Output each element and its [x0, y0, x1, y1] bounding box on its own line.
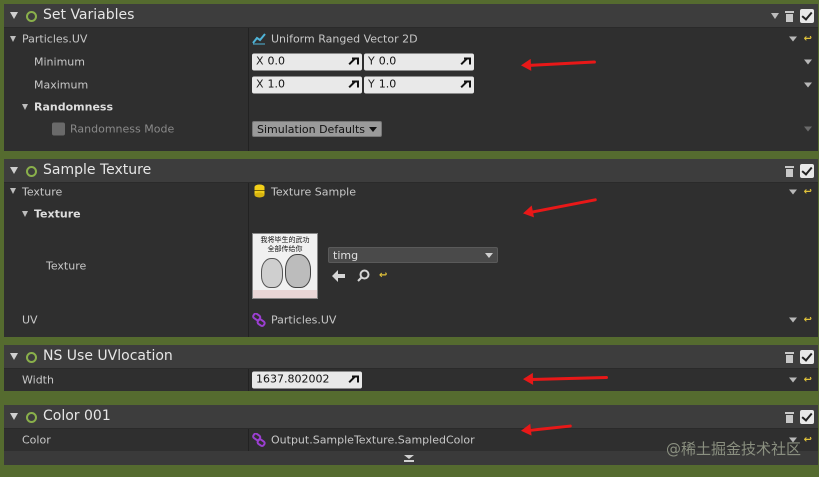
- panel-title: Color 001: [43, 408, 111, 424]
- collapse-icon[interactable]: [10, 353, 18, 360]
- randomness-mode-label: Randomness Mode: [70, 122, 175, 136]
- chevron-down-icon[interactable]: [788, 377, 797, 383]
- uv-row: UV Particles.UV ↩: [4, 309, 818, 331]
- texture-group-label: Texture: [34, 207, 81, 221]
- trash-icon[interactable]: [785, 10, 794, 22]
- enable-checkbox[interactable]: [800, 350, 814, 364]
- curve-icon: [252, 32, 266, 48]
- width-row: Width 1637.802002 ↩: [4, 369, 818, 391]
- chevron-down-icon[interactable]: [804, 59, 812, 64]
- texture-field-row: Texture: [4, 225, 818, 307]
- meme-face-right: [285, 254, 311, 288]
- particles-uv-row: Particles.UV Uniform Ranged Vector 2D ↩: [4, 28, 818, 50]
- uv-label: UV: [22, 313, 38, 327]
- color-001-header[interactable]: Color 001: [4, 405, 818, 429]
- link-icon: [252, 432, 266, 450]
- texture-value[interactable]: Texture Sample: [271, 185, 356, 198]
- maximum-label: Maximum: [34, 78, 89, 91]
- chevron-down-icon: [485, 252, 493, 258]
- uv-value[interactable]: Particles.UV: [271, 314, 336, 327]
- texture-field-label: Texture: [46, 259, 87, 273]
- panel-title: Sample Texture: [43, 162, 152, 178]
- chevron-down-icon[interactable]: [788, 36, 797, 42]
- texture-row: Texture Texture Sample ↩: [4, 181, 818, 202]
- collapse-icon[interactable]: [10, 12, 18, 19]
- thumbnail-caption-2: 全部传给你: [267, 245, 303, 253]
- module-enabled-icon: [26, 11, 37, 22]
- panel-title: NS Use UVlocation: [43, 348, 173, 364]
- ns-use-uvlocation-header[interactable]: NS Use UVlocation: [4, 345, 818, 369]
- double-chevron-down-icon[interactable]: [404, 453, 414, 466]
- reset-icon[interactable]: ↩: [804, 435, 812, 446]
- set-variables-header[interactable]: Set Variables: [4, 4, 818, 28]
- chevron-down-icon: [369, 126, 378, 132]
- chevron-down-icon[interactable]: [804, 82, 812, 87]
- width-label: Width: [22, 373, 54, 387]
- thumbnail-caption-1: 我将毕生的武功: [260, 236, 310, 244]
- enable-checkbox[interactable]: [800, 410, 814, 424]
- chevron-down-icon[interactable]: [788, 189, 797, 194]
- module-enabled-icon: [26, 412, 37, 423]
- max-y-field[interactable]: Y 1.0: [364, 76, 474, 93]
- width-field[interactable]: 1637.802002: [252, 371, 362, 389]
- module-enabled-icon: [26, 352, 37, 363]
- reset-icon[interactable]: ↩: [804, 315, 812, 326]
- expand-icon[interactable]: [22, 104, 28, 110]
- collapse-icon[interactable]: [10, 167, 18, 174]
- param-label: Particles.UV: [22, 32, 88, 46]
- trash-icon[interactable]: [785, 165, 794, 177]
- set-variables-panel: Set Variables Particles.UV Uniform Range…: [4, 4, 818, 151]
- link-icon: [252, 312, 266, 330]
- chevron-down-icon[interactable]: [771, 13, 779, 19]
- texture-group-row: Texture: [4, 203, 818, 225]
- enable-checkbox[interactable]: [800, 9, 814, 23]
- chevron-down-icon[interactable]: [788, 317, 797, 323]
- watermark: @稀土掘金技术社区: [665, 440, 801, 458]
- sample-texture-header[interactable]: Sample Texture: [4, 159, 818, 183]
- collapse-icon[interactable]: [10, 413, 18, 420]
- randomness-mode-row: Randomness Mode Simulation Defaults: [4, 118, 818, 140]
- randomness-group-row: Randomness: [4, 96, 818, 118]
- reset-icon[interactable]: ↩: [804, 34, 812, 45]
- reset-icon[interactable]: ↩: [804, 375, 812, 386]
- expand-icon[interactable]: [10, 36, 16, 42]
- color-label: Color: [22, 433, 51, 447]
- database-icon: [254, 184, 265, 201]
- arrow-left-icon[interactable]: [332, 270, 346, 285]
- max-x-field[interactable]: X 1.0: [252, 76, 362, 93]
- randomness-mode-dropdown[interactable]: Simulation Defaults: [252, 121, 383, 137]
- trash-icon[interactable]: [785, 411, 794, 423]
- texture-asset-dropdown[interactable]: timg: [328, 247, 498, 263]
- panel-title: Set Variables: [43, 7, 135, 23]
- expand-icon[interactable]: [22, 211, 28, 217]
- minimum-row: Minimum X 0.0 Y 0.0: [4, 50, 818, 73]
- maximum-row: Maximum X 1.0 Y 1.0: [4, 73, 818, 96]
- thumbnail-base: [253, 290, 317, 298]
- chevron-down-icon[interactable]: [804, 126, 812, 132]
- color-value[interactable]: Output.SampleTexture.SampledColor: [271, 434, 475, 447]
- module-enabled-icon: [26, 166, 37, 177]
- min-y-field[interactable]: Y 0.0: [364, 53, 474, 70]
- randomness-label: Randomness: [34, 100, 114, 114]
- dynamic-input-value[interactable]: Uniform Ranged Vector 2D: [271, 33, 418, 46]
- min-x-field[interactable]: X 0.0: [252, 53, 362, 70]
- reset-icon[interactable]: ↩: [379, 270, 387, 281]
- minimum-label: Minimum: [34, 55, 85, 68]
- enable-checkbox[interactable]: [800, 164, 814, 178]
- texture-label: Texture: [22, 185, 63, 198]
- meme-face-left: [261, 258, 283, 288]
- ns-use-uvlocation-panel: NS Use UVlocation Width 1637.802002 ↩: [4, 345, 818, 391]
- texture-thumbnail[interactable]: 我将毕生的武功 全部传给你: [252, 233, 318, 299]
- search-icon[interactable]: [357, 269, 370, 285]
- randomness-mode-checkbox[interactable]: [52, 122, 65, 136]
- trash-icon[interactable]: [785, 351, 794, 363]
- expand-icon[interactable]: [10, 188, 16, 194]
- reset-icon[interactable]: ↩: [804, 186, 812, 197]
